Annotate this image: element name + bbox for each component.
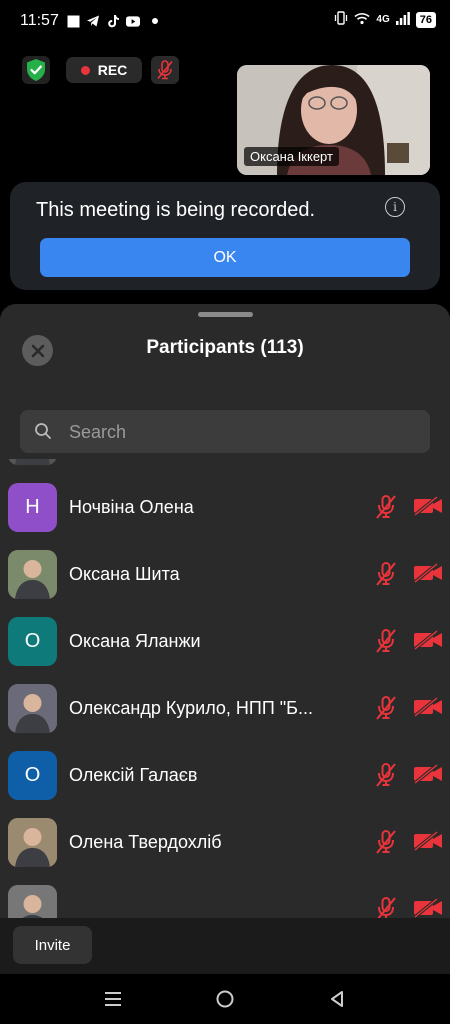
participant-avatar <box>8 684 57 733</box>
search-input[interactable] <box>67 410 411 455</box>
mic-muted-icon <box>374 494 398 525</box>
mic-muted-icon <box>374 896 398 919</box>
security-shield-button[interactable] <box>22 56 50 84</box>
recording-dot-icon <box>80 65 90 75</box>
network-type-label: 4G <box>376 14 390 25</box>
avatar-initial: Н <box>25 496 40 518</box>
participant-avatar <box>8 459 57 465</box>
tiktok-icon <box>106 14 120 28</box>
status-time: 11:57 <box>20 12 59 29</box>
notification-square-icon <box>66 14 80 28</box>
recent-apps-button[interactable] <box>102 988 124 1010</box>
search-box[interactable] <box>20 410 430 455</box>
ok-button[interactable]: OK <box>40 238 410 277</box>
shield-check-icon <box>27 59 45 81</box>
sheet-drag-handle[interactable] <box>198 312 253 317</box>
video-off-icon <box>413 830 443 856</box>
participants-title: Participants (113) <box>146 337 304 358</box>
participant-row[interactable]: Олена Твердохліб <box>0 809 450 876</box>
mic-muted-icon <box>374 561 398 592</box>
participant-name: Ночвіна Олена <box>69 497 194 517</box>
participant-row[interactable]: Ніколь Шевченко 202 <box>0 459 450 474</box>
video-off-icon <box>413 897 443 919</box>
video-off-icon <box>413 629 443 655</box>
rec-label: REC <box>97 62 128 78</box>
mute-toggle-button[interactable] <box>151 56 179 84</box>
participant-row[interactable]: Олександр Курило, НПП "Б... <box>0 675 450 742</box>
participant-row[interactable]: О Олексій Галаєв <box>0 742 450 809</box>
participant-avatar <box>8 550 57 599</box>
wifi-icon <box>354 12 370 28</box>
participant-name: Олексій Галаєв <box>69 765 198 785</box>
avatar-initial: О <box>24 764 41 786</box>
status-right-group: 4G 76 <box>334 11 436 28</box>
participant-avatar <box>8 885 57 919</box>
mic-muted-icon <box>374 695 398 726</box>
video-off-icon <box>413 696 443 722</box>
mic-muted-icon <box>374 628 398 659</box>
participant-row[interactable]: Н Ночвіна Олена <box>0 474 450 541</box>
info-icon[interactable]: i <box>385 197 405 217</box>
home-button[interactable] <box>214 988 236 1010</box>
video-off-icon <box>413 562 443 588</box>
mic-muted-icon <box>374 762 398 793</box>
participant-name: Олена Твердохліб <box>69 832 222 852</box>
recording-indicator-button[interactable]: REC <box>66 57 142 83</box>
video-participant-name: Оксана Іккерт <box>244 147 339 166</box>
battery-level: 76 <box>415 11 436 28</box>
participant-row[interactable]: О Оксана Яланжи <box>0 608 450 675</box>
participant-avatar <box>8 818 57 867</box>
menu-lines-icon <box>105 992 121 1006</box>
participant-row[interactable] <box>0 876 450 919</box>
participant-video-tile[interactable]: Оксана Іккерт <box>237 65 430 175</box>
mic-muted-icon <box>157 60 173 80</box>
participant-avatar: Н <box>8 483 57 532</box>
back-triangle-icon <box>331 991 343 1007</box>
participant-name: Оксана Шита <box>69 564 180 584</box>
participants-sheet: Participants (113) Ніколь Шевченко 202НН… <box>0 304 450 974</box>
participant-row[interactable]: Оксана Шита <box>0 541 450 608</box>
back-button[interactable] <box>326 988 348 1010</box>
video-off-icon <box>413 763 443 789</box>
video-off-icon <box>413 495 443 521</box>
search-icon <box>35 423 51 439</box>
participant-name: Олександр Курило, НПП "Б... <box>69 698 314 718</box>
participant-name: Оксана Яланжи <box>69 631 201 651</box>
avatar-initial: О <box>24 630 41 652</box>
telegram-icon <box>86 14 100 28</box>
home-circle-icon <box>216 990 234 1008</box>
invite-button[interactable]: Invite <box>13 926 92 964</box>
vibrate-icon <box>334 11 348 28</box>
recording-notice-text: This meeting is being recorded. <box>36 199 316 221</box>
mic-muted-icon <box>374 829 398 860</box>
signal-icon <box>395 11 410 28</box>
youtube-icon <box>126 14 140 28</box>
participant-avatar: О <box>8 751 57 800</box>
participant-avatar: О <box>8 617 57 666</box>
participant-list[interactable]: Ніколь Шевченко 202 Н Ночвіна Олена Оксана … <box>0 459 450 919</box>
dot-icon <box>148 14 162 28</box>
